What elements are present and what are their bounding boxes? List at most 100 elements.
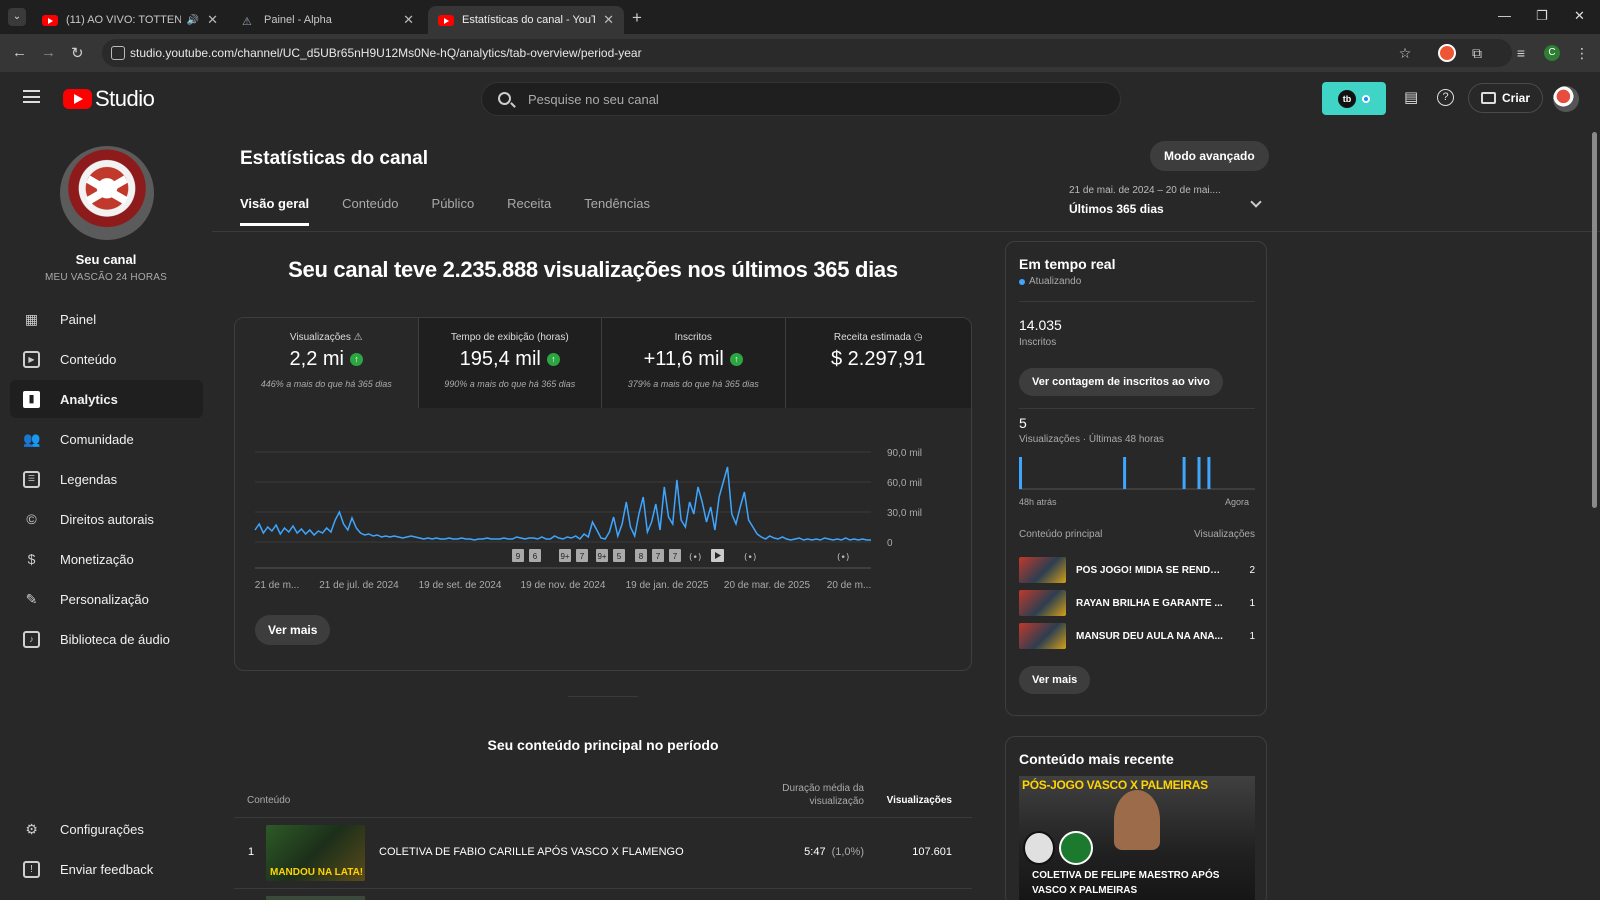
- list-item[interactable]: MANSUR DEU AULA NA ANA... 1: [1019, 623, 1255, 649]
- metric-subscribers[interactable]: Inscritos +11,6 mil ↑ 379% a mais do que …: [602, 318, 786, 408]
- sidebar-item-enviar-feedback[interactable]: ! Enviar feedback: [10, 850, 203, 888]
- tab-tendencias[interactable]: Tendências: [584, 196, 650, 226]
- media-control-icon[interactable]: ≡: [1511, 43, 1531, 63]
- site-info-icon[interactable]: [111, 46, 125, 60]
- sidebar-item-personalizacao[interactable]: ✎ Personalização: [10, 580, 203, 618]
- realtime-bar-chart[interactable]: [1019, 452, 1255, 490]
- messages-icon[interactable]: ▤: [1404, 88, 1418, 106]
- browser-tab-painel[interactable]: ⚠ Painel - Alpha ✕: [232, 6, 424, 34]
- alpha-favicon-icon: ⚠: [242, 15, 252, 28]
- channel-avatar[interactable]: [60, 146, 154, 240]
- close-tab-icon[interactable]: ✕: [207, 12, 218, 28]
- content-icon: ▶: [23, 351, 40, 368]
- palmeiras-crest-icon: [1059, 831, 1093, 865]
- search-icon: [498, 92, 511, 105]
- audio-playing-icon[interactable]: 🔊: [187, 15, 199, 26]
- video-thumbnail[interactable]: MANDOU NA LATA!: [266, 825, 365, 881]
- recent-video-thumbnail[interactable]: PÓS-JOGO VASCO X PALMEIRAS COLETIVA DE F…: [1019, 776, 1255, 900]
- browser-menu-icon[interactable]: ⋮: [1572, 43, 1592, 63]
- section-divider: [568, 696, 638, 697]
- bookmark-star-icon[interactable]: ☆: [1395, 43, 1415, 63]
- youtube-favicon-icon: [438, 14, 454, 26]
- channel-name: Seu canal: [75, 252, 137, 267]
- browser-tab-live[interactable]: (11) AO VIVO: TOTTENHAM 🔊 ✕: [32, 6, 228, 34]
- metric-views[interactable]: Visualizações ⚠ 2,2 mi ↑ 446% a mais do q…: [235, 318, 419, 408]
- close-window-icon[interactable]: ✕: [1574, 8, 1585, 24]
- page-scrollbar[interactable]: [1592, 132, 1597, 508]
- sidebar-item-conteudo[interactable]: ▶ Conteúdo: [10, 340, 203, 378]
- video-thumbnail: [1019, 590, 1066, 616]
- feedback-icon: !: [23, 861, 40, 878]
- metric-watch-time[interactable]: Tempo de exibição (horas) 195,4 mil ↑ 990…: [418, 318, 602, 408]
- tab-publico[interactable]: Público: [432, 196, 475, 226]
- trend-up-icon: ↑: [729, 353, 743, 366]
- list-item[interactable]: PÓS JOGO! MÍDIA SE RENDE ... 2: [1019, 557, 1255, 583]
- column-header-views[interactable]: Visualizações: [872, 795, 952, 806]
- live-chip-button[interactable]: tb: [1322, 82, 1386, 115]
- tab-visao-geral[interactable]: Visão geral: [240, 196, 310, 226]
- back-icon[interactable]: ←: [12, 44, 27, 61]
- y-tick-label: 30,0 mil: [887, 508, 922, 519]
- tab-search-button[interactable]: ⌄: [8, 8, 26, 26]
- extensions-puzzle-icon[interactable]: ⧉: [1467, 43, 1487, 63]
- see-more-button[interactable]: Ver mais: [255, 615, 331, 645]
- analytics-tabs: Visão geral Conteúdo Público Receita Ten…: [240, 196, 683, 226]
- close-tab-icon[interactable]: ✕: [403, 12, 414, 28]
- address-bar[interactable]: studio.youtube.com/channel/UC_d5UBr65nH9…: [102, 39, 1512, 67]
- account-avatar[interactable]: [1553, 86, 1579, 112]
- sidebar-item-legendas[interactable]: ☰ Legendas: [10, 460, 203, 498]
- sidebar-item-comunidade[interactable]: 👥 Comunidade: [10, 420, 203, 458]
- reload-icon[interactable]: ↻: [71, 44, 84, 62]
- row-duration: 5:47 (1,0%): [804, 846, 864, 858]
- channel-subtitle: MEU VASCÃO 24 HORAS: [45, 272, 167, 283]
- youtube-favicon-icon: [42, 14, 58, 26]
- metric-tabs: Visualizações ⚠ 2,2 mi ↑ 446% a mais do q…: [235, 318, 971, 408]
- page-title: Estatísticas do canal: [240, 148, 428, 169]
- new-tab-icon[interactable]: +: [632, 8, 642, 28]
- thumbnail-person: [1114, 790, 1160, 850]
- trend-up-icon: ↑: [349, 353, 363, 366]
- studio-logo[interactable]: Studio: [63, 86, 155, 112]
- profile-avatar-icon[interactable]: C: [1544, 45, 1560, 61]
- forward-icon[interactable]: →: [41, 44, 56, 61]
- list-item[interactable]: RAYAN BRILHA E GARANTE ... 1: [1019, 590, 1255, 616]
- video-thumbnail-partial[interactable]: [266, 896, 365, 900]
- close-tab-icon[interactable]: ✕: [603, 12, 614, 28]
- vasco-crest-icon: [1023, 831, 1055, 865]
- column-header-duration[interactable]: Duração média da visualização: [764, 782, 864, 808]
- views-line-chart[interactable]: 0 30,0 mil 60,0 mil 90,0 mil 9 6 9+ 7 9+ 5 8 7 7 (•) (…: [235, 410, 972, 600]
- live-subscriber-count-button[interactable]: Ver contagem de inscritos ao vivo: [1019, 368, 1223, 396]
- browser-tab-active[interactable]: Estatísticas do canal - YouTube ✕: [428, 6, 624, 34]
- extension-recorder-icon[interactable]: [1438, 44, 1456, 62]
- sidebar-item-analytics[interactable]: ▮ Analytics: [10, 380, 203, 418]
- updating-dot-icon: [1019, 278, 1025, 285]
- video-title-link[interactable]: COLETIVA DE FABIO CARILLE APÓS VASCO X F…: [379, 846, 684, 858]
- sidebar-item-configuracoes[interactable]: ⚙ Configurações: [10, 810, 203, 848]
- tab-conteudo[interactable]: Conteúdo: [342, 196, 398, 226]
- menu-icon[interactable]: [23, 90, 40, 103]
- row-rank: 1: [248, 846, 255, 858]
- table-divider: [234, 817, 972, 818]
- date-range-picker[interactable]: 21 de mai. de 2024 – 20 de mai.... Últim…: [1069, 185, 1262, 216]
- sidebar-item-direitos-autorais[interactable]: © Direitos autorais: [10, 500, 203, 538]
- browser-tabstrip: ⌄ (11) AO VIVO: TOTTENHAM 🔊 ✕ ⚠ Painel -…: [0, 0, 1600, 34]
- metric-revenue[interactable]: Receita estimada ◷ $ 2.297,91: [785, 318, 971, 408]
- realtime-views-label: Visualizações · Últimas 48 horas: [1019, 434, 1164, 445]
- advanced-mode-button[interactable]: Modo avançado: [1150, 141, 1269, 171]
- divider: [1019, 301, 1255, 302]
- realtime-see-more-button[interactable]: Ver mais: [1019, 666, 1091, 694]
- sidebar: Seu canal MEU VASCÃO 24 HORAS ▦ Painel ▶…: [0, 124, 212, 900]
- warning-icon: ⚠: [353, 332, 363, 343]
- row-views: 107.601: [912, 846, 952, 858]
- help-icon[interactable]: ?: [1437, 89, 1454, 106]
- sidebar-item-monetizacao[interactable]: $ Monetização: [10, 540, 203, 578]
- restore-icon[interactable]: ❐: [1536, 8, 1548, 24]
- search-input[interactable]: Pesquise no seu canal: [481, 82, 1121, 116]
- minimize-icon[interactable]: —: [1498, 8, 1511, 23]
- sidebar-item-painel[interactable]: ▦ Painel: [10, 300, 203, 338]
- spark-bar: [1182, 457, 1186, 489]
- tab-receita[interactable]: Receita: [507, 196, 551, 226]
- create-button[interactable]: Criar: [1468, 83, 1544, 113]
- sidebar-item-biblioteca-audio[interactable]: ♪ Biblioteca de áudio: [10, 620, 203, 658]
- realtime-col-content: Conteúdo principal: [1019, 529, 1103, 540]
